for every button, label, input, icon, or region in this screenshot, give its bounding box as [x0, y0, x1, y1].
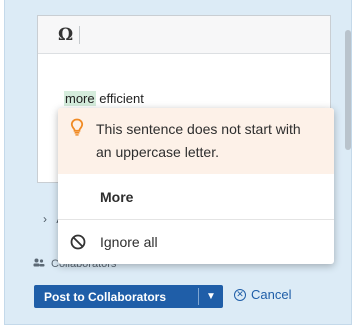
- ban-icon: [70, 234, 86, 250]
- suggestion-message: This sentence does not start with an upp…: [58, 108, 334, 174]
- editor-toolbar: Ω: [38, 16, 330, 54]
- cancel-button[interactable]: ✕ Cancel: [234, 287, 291, 302]
- editor-text: efficient: [95, 91, 144, 106]
- people-icon: [33, 258, 45, 270]
- more-option[interactable]: More: [58, 174, 334, 220]
- post-button-label[interactable]: Post to Collaborators: [34, 290, 198, 304]
- chevron-down-icon[interactable]: ▼: [199, 291, 223, 302]
- editor-content[interactable]: more efficient: [64, 91, 144, 106]
- ignore-all-label: Ignore all: [100, 234, 158, 250]
- ignore-all-option[interactable]: Ignore all: [58, 220, 334, 264]
- close-circle-icon: ✕: [234, 288, 246, 301]
- suggestion-text: This sentence does not start with an upp…: [96, 121, 301, 160]
- post-to-collaborators-button[interactable]: Post to Collaborators ▼: [34, 285, 223, 308]
- lightbulb-icon: [70, 118, 86, 174]
- cancel-label: Cancel: [251, 287, 292, 302]
- chevron-right-icon: ›: [43, 212, 47, 226]
- special-character-button[interactable]: Ω: [58, 25, 73, 45]
- toolbar-separator: [79, 25, 81, 44]
- scrollbar[interactable]: [345, 30, 351, 150]
- grammar-suggestion-popup: This sentence does not start with an upp…: [58, 108, 334, 264]
- highlighted-word[interactable]: more: [64, 91, 96, 106]
